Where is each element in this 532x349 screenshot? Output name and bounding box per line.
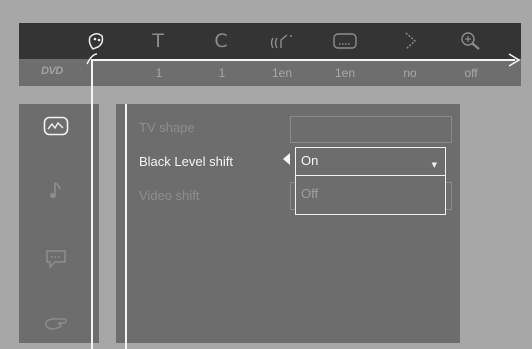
- black-level-shift-label[interactable]: Black Level shift: [139, 154, 233, 169]
- picture-settings-panel: TV shape Black Level shift Video shift O…: [116, 104, 460, 343]
- vertical-divider-main: [125, 104, 127, 349]
- dvd-logo: DVD: [41, 65, 63, 77]
- chapter-icon[interactable]: C: [204, 23, 238, 59]
- arrow-right-icon: [508, 53, 521, 67]
- sound-menu-icon[interactable]: [19, 176, 92, 204]
- audio-language-icon[interactable]: [265, 23, 299, 59]
- language-menu-icon[interactable]: [19, 245, 92, 273]
- subtitle-icon[interactable]: [328, 23, 362, 59]
- chapter-value: 1: [218, 65, 226, 80]
- title-icon[interactable]: T: [141, 23, 175, 59]
- selection-arrow-icon: [283, 153, 290, 165]
- zoom-value: off: [464, 65, 478, 80]
- divider-corner-icon: [86, 53, 98, 65]
- dropdown-divider: [296, 175, 445, 176]
- left-menu: [19, 104, 99, 343]
- zoom-icon[interactable]: [454, 23, 488, 59]
- option-off[interactable]: Off: [301, 186, 318, 201]
- option-on[interactable]: On: [301, 153, 318, 168]
- angle-icon[interactable]: [393, 23, 427, 59]
- tv-shape-value-box[interactable]: [290, 116, 452, 143]
- tv-shape-label[interactable]: TV shape: [139, 120, 195, 135]
- title-value: 1: [155, 65, 163, 80]
- features-menu-icon[interactable]: [19, 310, 92, 338]
- video-shift-label[interactable]: Video shift: [139, 188, 199, 203]
- vertical-divider-left: [91, 59, 93, 349]
- caret-down-icon: ▼: [431, 161, 437, 169]
- angle-value: no: [403, 65, 417, 80]
- picture-menu-icon[interactable]: [19, 112, 92, 140]
- horizontal-divider: [91, 59, 515, 61]
- audio-value: 1en: [271, 65, 293, 80]
- subtitle-value: 1en: [334, 65, 356, 80]
- black-level-dropdown[interactable]: On ▼ Off: [295, 147, 446, 215]
